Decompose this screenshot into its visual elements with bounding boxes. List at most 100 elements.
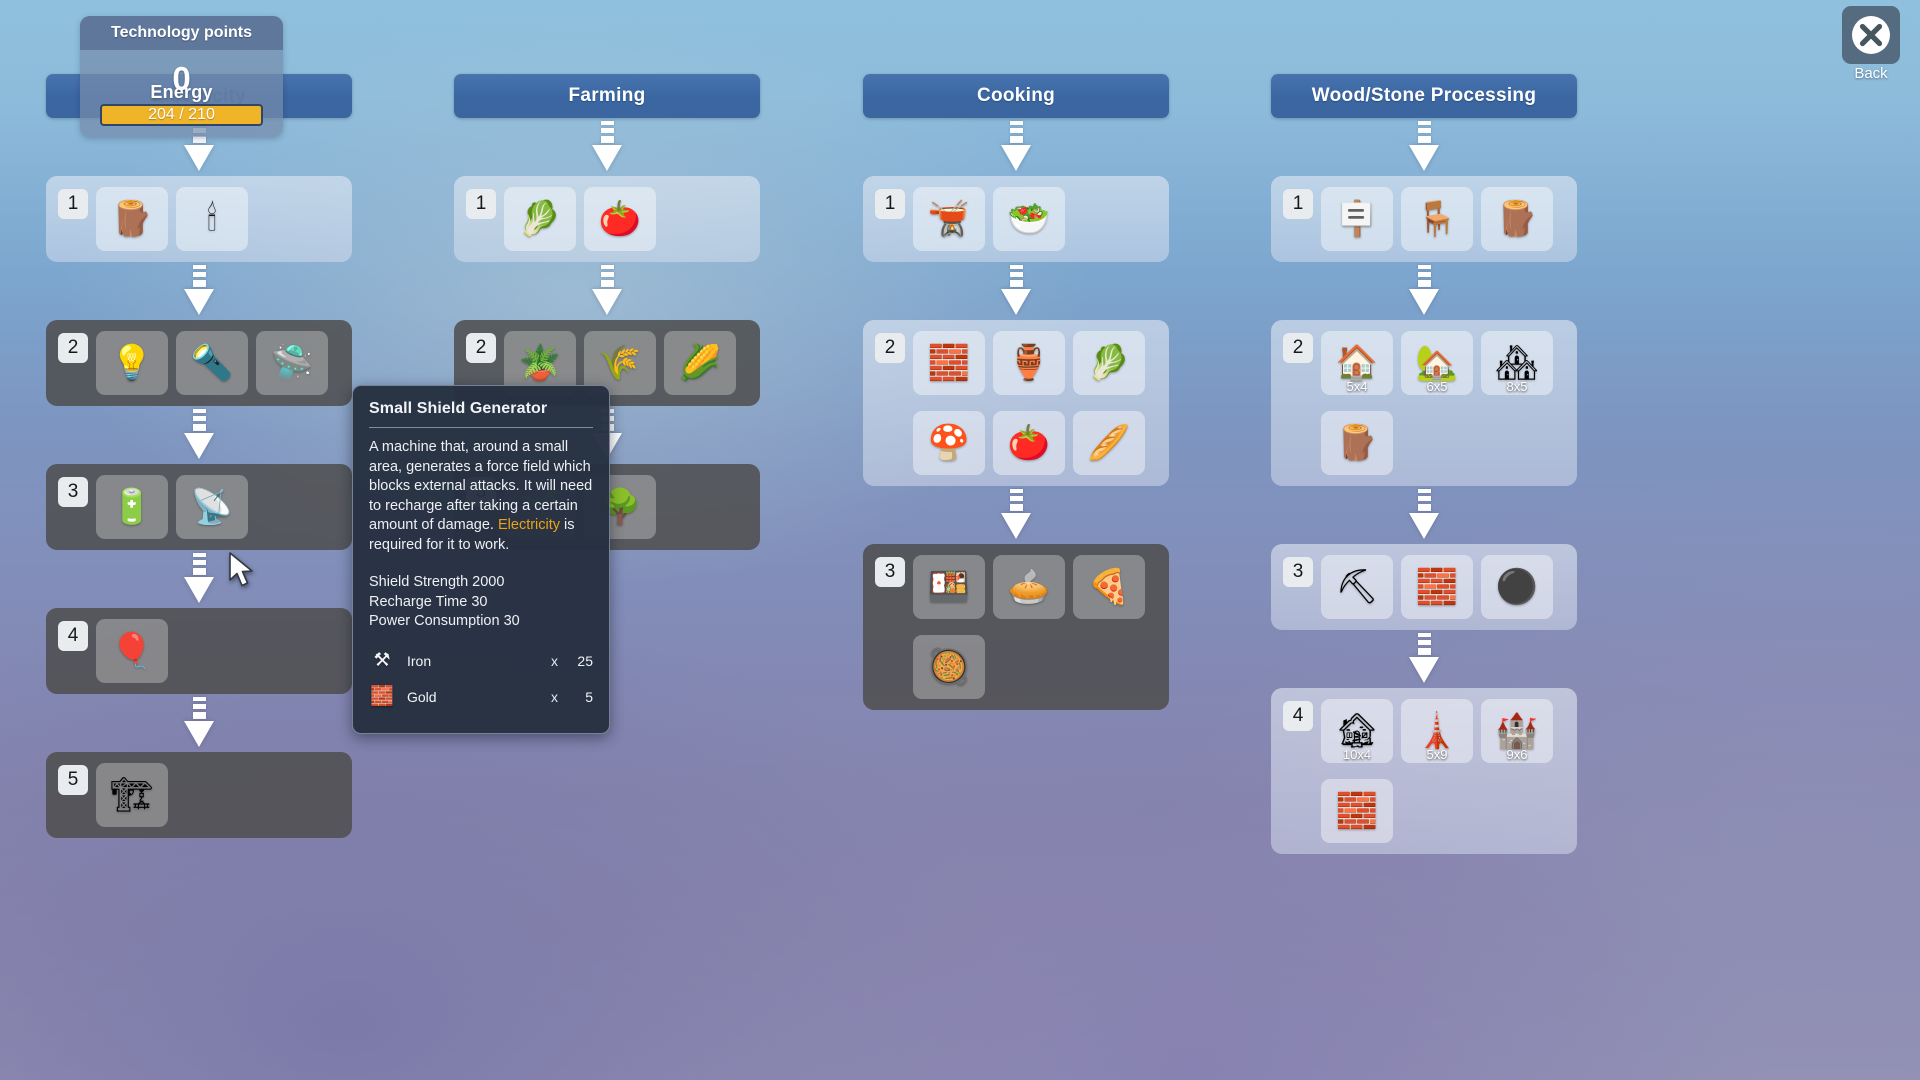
item-tooltip: Small Shield Generator A machine that, a…	[352, 385, 610, 734]
energy-value-text: 204 / 210	[148, 106, 215, 123]
tier-connector-arrow	[46, 694, 352, 752]
tooltip-stat-line: Power Consumption 30	[369, 613, 520, 630]
tech-tier-row: 4 🎈	[46, 608, 352, 694]
tech-tier-row: 3 🍱 🥧 🍕 🥘	[863, 544, 1169, 710]
wood-log-icon: 🪵	[110, 200, 154, 238]
lattice-pie-icon: 🥧	[1007, 568, 1051, 606]
tech-slot-size-label: 10x4	[1342, 747, 1372, 762]
tech-slot-cabbage[interactable]: 🥬	[504, 187, 576, 251]
tier-level-badge: 2	[466, 333, 496, 363]
stone-wall-icon: 🧱	[1335, 792, 1379, 830]
tech-tier-row: 2 💡 🔦 🛸	[46, 320, 352, 406]
tech-slot-house-8x5[interactable]: 🏘 8x5	[1481, 331, 1553, 395]
tier-connector-arrow	[46, 550, 352, 608]
tech-slot-size-label: 6x5	[1426, 379, 1448, 394]
column-header-label: Cooking	[976, 85, 1056, 106]
tier-level-badge: 2	[875, 333, 905, 363]
stone-house-10x4-icon: 🏚	[1335, 712, 1379, 750]
tier-connector-arrow	[1271, 262, 1577, 320]
tech-slot-house-5x4[interactable]: 🏠 5x4	[1321, 331, 1393, 395]
tech-tree-screen: Electricity1🪵🕯2💡🔦🛸3🔋📡4🎈5🏗Farming1🥬🍅2🪴🌾🌽3…	[0, 0, 1920, 1080]
tech-slot-size-label: 8x5	[1506, 379, 1528, 394]
energy-widget: Energy 204 / 210	[100, 82, 263, 126]
tech-slot-crane-hoist[interactable]: 🏗	[96, 763, 168, 827]
tech-tier-row: 4 🏚 10x4 🗼 5x9 🏰 9x6 🧱	[1271, 688, 1577, 854]
tech-slot-grilled-cabbage[interactable]: 🥬	[1073, 331, 1145, 395]
tooltip-cost-multiplier: x	[551, 688, 558, 705]
tech-slot-wood-pile[interactable]: 🪵	[1321, 411, 1393, 475]
tech-slot-stone-tower-5x9[interactable]: 🗼 5x9	[1401, 699, 1473, 763]
tech-slot-lattice-pie[interactable]: 🥧	[993, 555, 1065, 619]
salad-bowl-icon: 🥗	[1007, 200, 1051, 238]
tooltip-cost-multiplier: x	[551, 652, 558, 669]
tech-slot-size-label: 5x9	[1426, 747, 1448, 762]
tech-slot-empty-slot	[664, 187, 736, 251]
stone-block-icon: 🧱	[1415, 568, 1459, 606]
bread-loaf-icon: 🥖	[1087, 424, 1131, 462]
tooltip-costs: ⚒ Iron x 25 🧱 Gold x 5	[369, 646, 593, 712]
tech-slot-ceiling-lamp[interactable]: 💡	[96, 331, 168, 395]
tech-slot-bread-loaf[interactable]: 🥖	[1073, 411, 1145, 475]
tech-slot-mushroom-plate[interactable]: 🍄	[913, 411, 985, 475]
tech-slot-wood-torch[interactable]: 🕯	[176, 187, 248, 251]
tech-tier-row: 2 🏠 5x4 🏡 6x5 🏘 8x5 🪵	[1271, 320, 1577, 486]
tech-slot-small-shield-generator[interactable]: 🛸	[256, 331, 328, 395]
tech-slot-salad-bowl[interactable]: 🥗	[993, 187, 1065, 251]
tech-slot-wall-pipe-lamp[interactable]: 🔦	[176, 331, 248, 395]
tech-slot-tomato[interactable]: 🍅	[584, 187, 656, 251]
tech-slot-hot-air-balloon[interactable]: 🎈	[96, 619, 168, 683]
tech-slot-stone-oven[interactable]: 🧱	[913, 331, 985, 395]
tier-connector-arrow	[46, 262, 352, 320]
column-header-label: Farming	[568, 85, 646, 106]
tier-level-badge: 3	[875, 557, 905, 587]
tooltip-cost-name: Gold	[407, 688, 437, 705]
column-header-wood-stone-processing[interactable]: Wood/Stone Processing	[1271, 74, 1577, 118]
tech-slot-kitchen-counter[interactable]: 🍱	[913, 555, 985, 619]
tech-slot-wooden-ladder[interactable]: 🪧	[1321, 187, 1393, 251]
tech-slot-stone-house-10x4[interactable]: 🏚 10x4	[1321, 699, 1393, 763]
house-5x4-icon: 🏠	[1335, 344, 1379, 382]
tech-column-cooking: Cooking 1 🫕 🥗 2 🧱 🏺 🥬 🍄 🍅 🥖 3 🍱 🥧 🍕 🥘	[863, 0, 1169, 710]
tech-slot-size-label: 9x6	[1506, 747, 1528, 762]
column-header-cooking[interactable]: Cooking	[863, 74, 1169, 118]
tooltip-divider	[369, 427, 593, 428]
tech-slot-wooden-bench[interactable]: 🪵	[1481, 187, 1553, 251]
tech-slot-battery-generator[interactable]: 🔋	[96, 475, 168, 539]
tech-slot-coal-pile[interactable]: ⚫	[1481, 555, 1553, 619]
tech-slot-tomato-pizza[interactable]: 🍕	[1073, 555, 1145, 619]
tech-slot-vegetable-tart[interactable]: 🥘	[913, 635, 985, 699]
back-button[interactable]: Back	[1842, 6, 1900, 82]
radar-antenna-icon: 📡	[190, 488, 234, 526]
tech-slot-stone-house-9x6[interactable]: 🏰 9x6	[1481, 699, 1553, 763]
tech-slot-radar-antenna[interactable]: 📡	[176, 475, 248, 539]
tech-slot-house-6x5[interactable]: 🏡 6x5	[1401, 331, 1473, 395]
wall-pipe-lamp-icon: 🔦	[190, 344, 234, 382]
ceiling-lamp-icon: 💡	[110, 344, 154, 382]
back-button-box[interactable]	[1842, 6, 1900, 64]
tech-slot-wooden-table[interactable]: 🪑	[1401, 187, 1473, 251]
tooltip-description: A machine that, around a small area, gen…	[369, 438, 593, 555]
tier-connector-arrow	[454, 262, 760, 320]
wooden-bench-icon: 🪵	[1495, 200, 1539, 238]
tech-slot-stone-block[interactable]: 🧱	[1401, 555, 1473, 619]
tooltip-title: Small Shield Generator	[369, 400, 548, 417]
tech-tier-row: 1 🪵 🕯	[46, 176, 352, 262]
stone-oven-icon: 🧱	[927, 344, 971, 382]
tech-slot-stuffed-tomato[interactable]: 🍅	[993, 411, 1065, 475]
tech-slot-corn[interactable]: 🌽	[664, 331, 736, 395]
mushroom-plate-icon: 🍄	[927, 424, 971, 462]
stone-house-9x6-icon: 🏰	[1495, 712, 1539, 750]
tier-level-badge: 3	[1283, 557, 1313, 587]
column-header-farming[interactable]: Farming	[454, 74, 760, 118]
tier-level-badge: 5	[58, 765, 88, 795]
energy-bar: 204 / 210	[100, 104, 263, 126]
tech-slot-stone-anvil[interactable]: ⛏	[1321, 555, 1393, 619]
kitchen-counter-icon: 🍱	[927, 568, 971, 606]
tech-slot-cooking-pot[interactable]: 🫕	[913, 187, 985, 251]
tech-slot-stone-wall[interactable]: 🧱	[1321, 779, 1393, 843]
tech-slot-empty-slot	[256, 187, 328, 251]
tech-slot-wood-log[interactable]: 🪵	[96, 187, 168, 251]
tech-tier-row: 2 🧱 🏺 🥬 🍄 🍅 🥖	[863, 320, 1169, 486]
tooltip-cost-row: 🧱 Gold x 5	[369, 682, 593, 712]
tech-slot-clay-pot[interactable]: 🏺	[993, 331, 1065, 395]
